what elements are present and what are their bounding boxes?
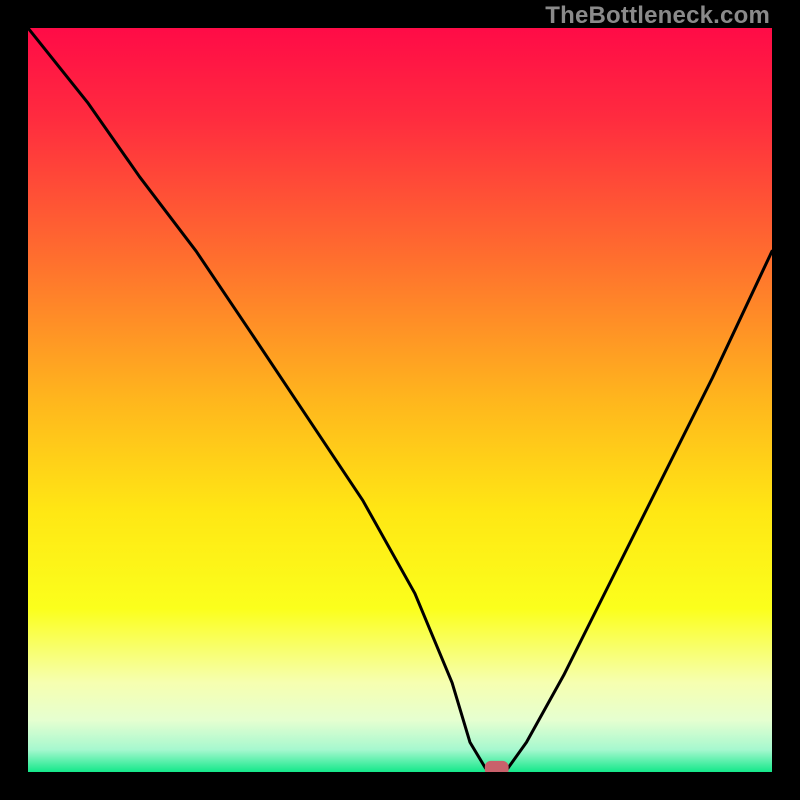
optimum-marker — [485, 761, 509, 772]
watermark-text: TheBottleneck.com — [545, 2, 770, 30]
gradient-bg — [28, 28, 772, 772]
chart-frame: TheBottleneck.com — [0, 0, 800, 800]
chart-svg — [28, 28, 772, 772]
plot-area — [28, 28, 772, 772]
